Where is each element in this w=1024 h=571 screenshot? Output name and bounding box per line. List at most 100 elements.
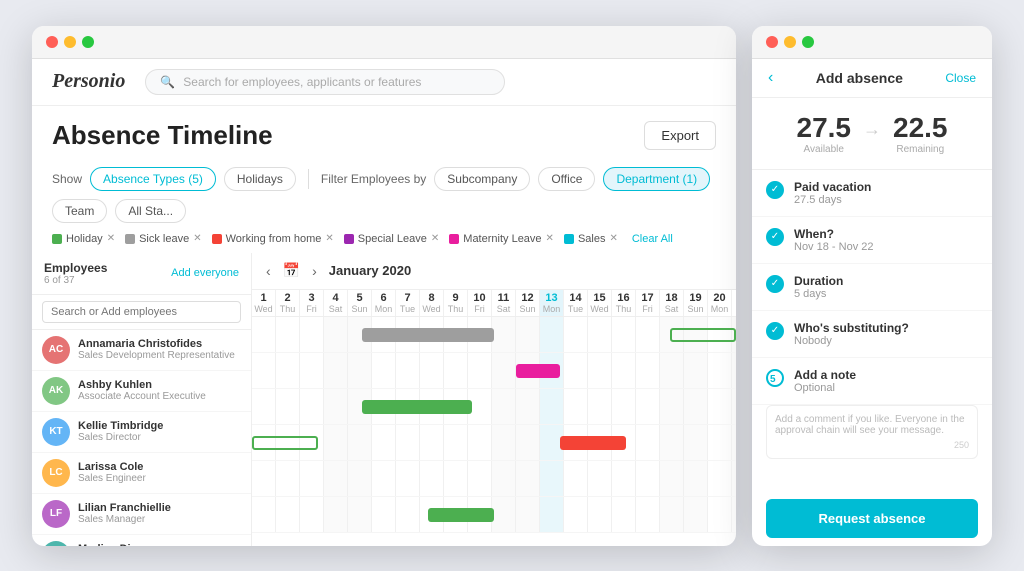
employee-row-larissa: LC Larissa Cole Sales Engineer bbox=[32, 453, 251, 494]
cal-cell bbox=[660, 425, 684, 460]
check-icon-1: ✓ bbox=[771, 184, 779, 195]
cal-row-larissa bbox=[252, 425, 736, 461]
cal-cell bbox=[468, 353, 492, 388]
main-content: Personio 🔍 Search for employees, applica… bbox=[32, 59, 736, 546]
steps-list: ✓ Paid vacation 27.5 days ✓ When? Nov 18… bbox=[752, 170, 992, 491]
cal-row-lilian bbox=[252, 461, 736, 497]
step-paid-vacation: ✓ Paid vacation 27.5 days bbox=[752, 170, 992, 217]
cal-cell bbox=[276, 317, 300, 352]
step-value-2: Nov 18 - Nov 22 bbox=[794, 241, 873, 253]
arrow-icon: → bbox=[863, 119, 881, 140]
sales-dot bbox=[564, 234, 574, 244]
tag-row: Holiday ✕ Sick leave ✕ Working from home… bbox=[32, 229, 736, 253]
emp-name: Ashby Kuhlen bbox=[78, 379, 206, 391]
cal-cell bbox=[276, 461, 300, 496]
cal-cell bbox=[636, 461, 660, 496]
employee-row-ashby: AK Ashby Kuhlen Associate Account Execut… bbox=[32, 371, 251, 412]
cal-cell bbox=[708, 461, 732, 496]
emp-name: Lilian Franchiellie bbox=[78, 502, 171, 514]
cal-cell bbox=[516, 425, 540, 460]
traffic-light-green[interactable] bbox=[82, 36, 94, 48]
cal-day-header-13: 13Mon bbox=[540, 290, 564, 316]
cal-cell bbox=[324, 425, 348, 460]
avatar-ashby: AK bbox=[42, 377, 70, 405]
cal-row-kellie bbox=[252, 389, 736, 425]
filter-separator bbox=[308, 169, 309, 189]
cal-cell bbox=[540, 317, 564, 352]
tag-sick-leave: Sick leave ✕ bbox=[125, 233, 202, 245]
panel-tl-red[interactable] bbox=[766, 36, 778, 48]
department-filter[interactable]: Department (1) bbox=[603, 167, 710, 191]
cal-cell bbox=[252, 461, 276, 496]
employees-count: 6 of 37 bbox=[44, 275, 107, 286]
cal-cell bbox=[348, 461, 372, 496]
cal-row-annamaria bbox=[252, 317, 736, 353]
cal-cell bbox=[372, 353, 396, 388]
step-value-5: Optional bbox=[794, 382, 856, 394]
panel-tl-yellow[interactable] bbox=[784, 36, 796, 48]
step-value-1: 27.5 days bbox=[794, 194, 871, 206]
search-bar[interactable]: 🔍 Search for employees, applicants or fe… bbox=[145, 69, 505, 95]
export-button[interactable]: Export bbox=[644, 121, 716, 150]
check-icon-4: ✓ bbox=[771, 325, 779, 336]
traffic-light-red[interactable] bbox=[46, 36, 58, 48]
calendar-next-button[interactable]: › bbox=[308, 261, 321, 281]
all-statuses-filter[interactable]: All Sta... bbox=[115, 199, 186, 223]
holiday-remove[interactable]: ✕ bbox=[107, 233, 115, 244]
calendar-prev-button[interactable]: ‹ bbox=[262, 261, 275, 281]
cal-row-merlina bbox=[252, 497, 736, 533]
traffic-light-yellow[interactable] bbox=[64, 36, 76, 48]
panel-back-button[interactable]: ‹ bbox=[768, 69, 773, 87]
step-note: 5 Add a note Optional bbox=[752, 358, 992, 405]
employee-search-input[interactable] bbox=[42, 301, 241, 323]
emp-role: Sales Manager bbox=[78, 514, 171, 525]
maternity-remove[interactable]: ✕ bbox=[546, 233, 554, 244]
cal-day-header-7: 7Tue bbox=[396, 290, 420, 316]
note-area[interactable]: Add a comment if you like. Everyone in t… bbox=[766, 405, 978, 459]
cal-cell bbox=[396, 497, 420, 532]
panel-title: Add absence bbox=[816, 70, 903, 86]
request-absence-button[interactable]: Request absence bbox=[766, 499, 978, 538]
cal-cell bbox=[612, 389, 636, 424]
step-title-4: Who's substituting? bbox=[794, 321, 909, 335]
holidays-filter[interactable]: Holidays bbox=[224, 167, 296, 191]
team-filter[interactable]: Team bbox=[52, 199, 107, 223]
calendar-nav: ‹ 📅 › January 2020 bbox=[252, 253, 736, 290]
cal-day-header-9: 9Thu bbox=[444, 290, 468, 316]
cal-cell bbox=[636, 497, 660, 532]
step-title-2: When? bbox=[794, 227, 873, 241]
cal-cell bbox=[516, 497, 540, 532]
calendar-grid: 1Wed2Thu3Fri4Sat5Sun6Mon7Tue8Wed9Thu10Fr… bbox=[252, 290, 736, 546]
emp-role: Associate Account Executive bbox=[78, 391, 206, 402]
absence-bar bbox=[362, 328, 494, 342]
cal-cell bbox=[252, 353, 276, 388]
panel-close-button[interactable]: Close bbox=[945, 71, 976, 85]
cal-cell bbox=[396, 353, 420, 388]
cal-cell bbox=[468, 425, 492, 460]
subcompany-filter[interactable]: Subcompany bbox=[434, 167, 530, 191]
cal-cell bbox=[468, 461, 492, 496]
absence-types-filter[interactable]: Absence Types (5) bbox=[90, 167, 216, 191]
office-filter[interactable]: Office bbox=[538, 167, 595, 191]
sales-remove[interactable]: ✕ bbox=[609, 233, 617, 244]
clear-all-button[interactable]: Clear All bbox=[632, 233, 673, 245]
step-check-1: ✓ bbox=[766, 181, 784, 199]
add-everyone-button[interactable]: Add everyone bbox=[171, 267, 239, 279]
cal-cell bbox=[612, 317, 636, 352]
cal-cell bbox=[732, 497, 736, 532]
cal-day-header-11: 11Sat bbox=[492, 290, 516, 316]
sick-leave-remove[interactable]: ✕ bbox=[193, 233, 201, 244]
wfh-remove[interactable]: ✕ bbox=[325, 233, 333, 244]
cal-cell bbox=[300, 317, 324, 352]
cal-cell bbox=[324, 353, 348, 388]
step-check-3: ✓ bbox=[766, 275, 784, 293]
cal-cell bbox=[324, 461, 348, 496]
main-window: Personio 🔍 Search for employees, applica… bbox=[32, 26, 736, 546]
special-leave-remove[interactable]: ✕ bbox=[431, 233, 439, 244]
tag-sales: Sales ✕ bbox=[564, 233, 618, 245]
cal-cell bbox=[564, 389, 588, 424]
cal-day-header-6: 6Mon bbox=[372, 290, 396, 316]
panel-tl-green[interactable] bbox=[802, 36, 814, 48]
calendar-icon[interactable]: 📅 bbox=[283, 262, 300, 279]
cal-cell bbox=[588, 389, 612, 424]
